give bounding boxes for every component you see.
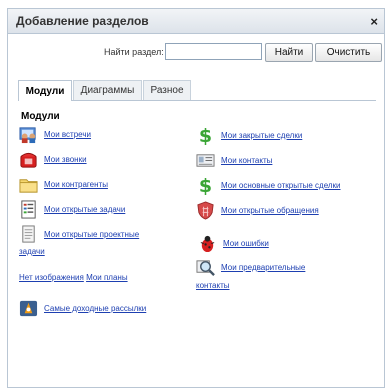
add-sections-dialog: Добавление разделов × Найти раздел: Найт… — [7, 8, 385, 388]
contact-card-icon — [196, 154, 215, 167]
shield-icon — [197, 201, 214, 220]
tab-charts[interactable]: Диаграммы — [73, 80, 142, 100]
find-button[interactable]: Найти — [265, 43, 313, 62]
module-link[interactable]: Мои звонки — [44, 155, 87, 164]
list-item[interactable]: Мои предварительные — [196, 258, 305, 277]
list-item[interactable]: Мои контрагенты — [19, 175, 108, 194]
list-item[interactable]: Нет изображения Мои планы — [19, 273, 128, 282]
module-link[interactable]: Мои закрытые сделки — [221, 131, 302, 140]
list-item[interactable]: Мои ошибки — [198, 234, 269, 253]
search-label: Найти раздел: — [104, 47, 164, 57]
module-link[interactable]: Самые доходные рассылки — [44, 304, 146, 313]
list-item[interactable]: Мои встречи — [19, 125, 91, 144]
campaign-icon — [19, 300, 38, 317]
close-icon[interactable]: × — [370, 15, 378, 28]
list-item[interactable]: Мои контакты — [196, 151, 272, 170]
list-item[interactable]: $ Мои закрытые сделки — [196, 126, 302, 145]
phone-icon — [20, 152, 37, 168]
dialog-title: Добавление разделов — [16, 14, 149, 28]
module-link[interactable]: Мои открытые задачи — [44, 205, 125, 214]
svg-text:$: $ — [199, 126, 212, 145]
meeting-icon — [19, 127, 36, 144]
module-link[interactable]: Мои открытые проектные — [44, 230, 139, 239]
list-item[interactable]: Мои звонки — [19, 150, 87, 169]
magnifier-icon — [196, 260, 215, 276]
module-link[interactable]: Мои планы — [86, 273, 128, 282]
list-item[interactable]: Мои открытые задачи — [19, 200, 125, 219]
tab-misc[interactable]: Разное — [143, 80, 191, 100]
module-link[interactable]: Мои контрагенты — [44, 180, 108, 189]
list-item[interactable]: Самые доходные рассылки — [19, 299, 146, 318]
module-link[interactable]: Мои открытые обращения — [221, 206, 319, 215]
dollar-icon: $ — [199, 176, 212, 195]
tab-bar: Модули Диаграммы Разное — [18, 78, 376, 101]
section-title: Модули — [21, 111, 60, 122]
folder-icon — [19, 179, 38, 193]
no-image-placeholder: Нет изображения — [19, 273, 84, 282]
tab-modules[interactable]: Модули — [18, 80, 72, 101]
module-link[interactable]: контакты — [196, 281, 229, 290]
list-item[interactable]: Мои открытые обращения — [196, 201, 319, 220]
module-link[interactable]: Мои контакты — [221, 156, 272, 165]
clear-button[interactable]: Очистить — [315, 43, 382, 62]
module-link[interactable]: Мои ошибки — [223, 239, 269, 248]
document-icon — [22, 225, 35, 243]
dollar-icon: $ — [199, 126, 212, 145]
list-item[interactable]: Мои открытые проектные — [19, 225, 139, 244]
module-link[interactable]: Мои предварительные — [221, 263, 305, 272]
search-input[interactable] — [165, 43, 262, 60]
svg-text:$: $ — [199, 176, 212, 195]
module-link[interactable]: Мои встречи — [44, 130, 91, 139]
module-link[interactable]: Мои основные открытые сделки — [221, 181, 341, 190]
module-link[interactable]: задачи — [19, 247, 45, 256]
dialog-titlebar[interactable]: Добавление разделов × — [8, 9, 384, 34]
tasks-icon — [21, 200, 36, 219]
list-item[interactable]: $ Мои основные открытые сделки — [196, 176, 341, 195]
search-bar: Найти раздел: Найти Очистить — [8, 42, 384, 66]
bug-icon — [200, 235, 215, 253]
